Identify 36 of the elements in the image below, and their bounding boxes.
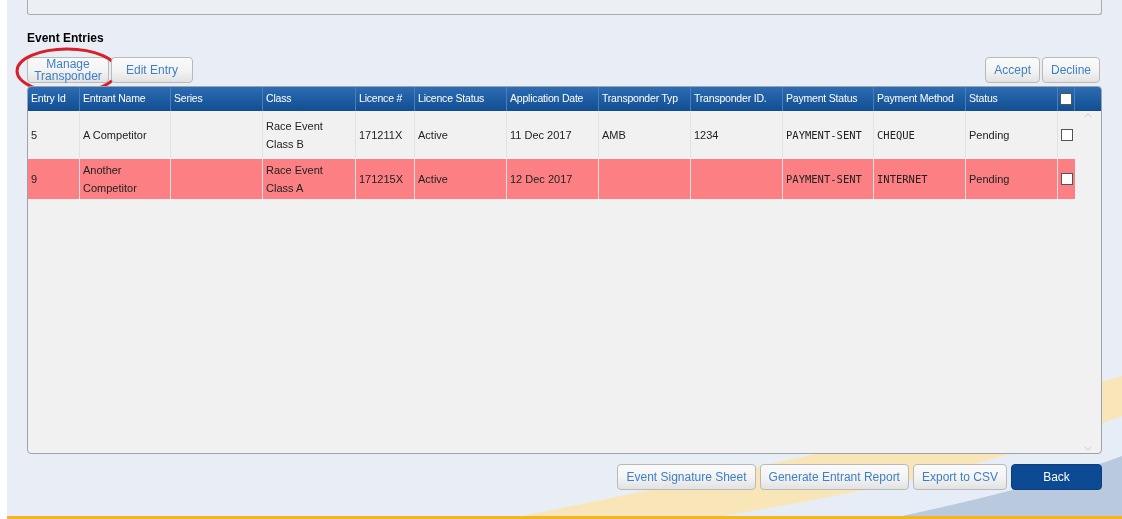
table-cell-text: Pending	[969, 172, 1010, 187]
action-button[interactable]: Back	[1011, 464, 1102, 490]
table-cell-text: PAYMENT-SENT	[786, 127, 862, 143]
action-button[interactable]: Generate Entrant Report	[759, 464, 909, 490]
table-cell-text: PAYMENT-SENT	[786, 172, 862, 187]
table-cell-text: CHEQUE	[877, 127, 915, 143]
action-button[interactable]: Manage Transponder	[27, 57, 109, 83]
table-cell-text: 1234	[694, 127, 719, 143]
table-cell-text: 12 Dec 2017	[510, 172, 573, 187]
scroll-down-icon	[1084, 446, 1092, 451]
table-cell-text: 11 Dec 2017	[510, 127, 572, 143]
table-cell-text: INTERNET	[877, 172, 928, 187]
table-cell-text: 171215X	[359, 172, 404, 187]
action-button[interactable]: Decline	[1041, 57, 1100, 83]
table-cell-text: 5	[31, 127, 38, 143]
action-button[interactable]: Export to CSV	[912, 464, 1007, 490]
table-cell-text: A Competitor	[83, 127, 147, 143]
checkbox[interactable]	[1060, 173, 1073, 185]
table-row[interactable]: 5 A Competitor Race Event Class B 171211X Active 11 Dec 2017 AMB 1234 PAYMENT-SENT CHEQUE Pending	[28, 111, 1075, 158]
section-title: Event Entries	[27, 31, 104, 45]
checkbox[interactable]	[1060, 128, 1073, 141]
table-cell-text: Active	[418, 172, 448, 187]
action-button[interactable]: Edit Entry	[111, 57, 193, 83]
table-cell-text: Another Competitor	[83, 163, 138, 196]
table-cell-text: Pending	[969, 127, 1010, 143]
table-cell-text: 171211X	[359, 127, 403, 143]
table-cell-text: Race Event Class A	[266, 163, 324, 196]
action-button[interactable]: Accept	[985, 57, 1040, 83]
table-cell-text: AMB	[602, 127, 626, 143]
table-cell-text: 9	[31, 172, 38, 187]
table-cell-text: Race Event Class B	[266, 118, 324, 152]
checkbox[interactable]	[1060, 93, 1072, 105]
action-button[interactable]: Event Signature Sheet	[617, 464, 756, 490]
table-row[interactable]: 9 Another Competitor Race Event Class A 171215X Active 12 Dec 2017 PAYMENT-SENT INTERNET Pending	[28, 158, 1075, 199]
scroll-up-icon	[1084, 113, 1092, 118]
table-cell-text: Active	[418, 127, 448, 143]
